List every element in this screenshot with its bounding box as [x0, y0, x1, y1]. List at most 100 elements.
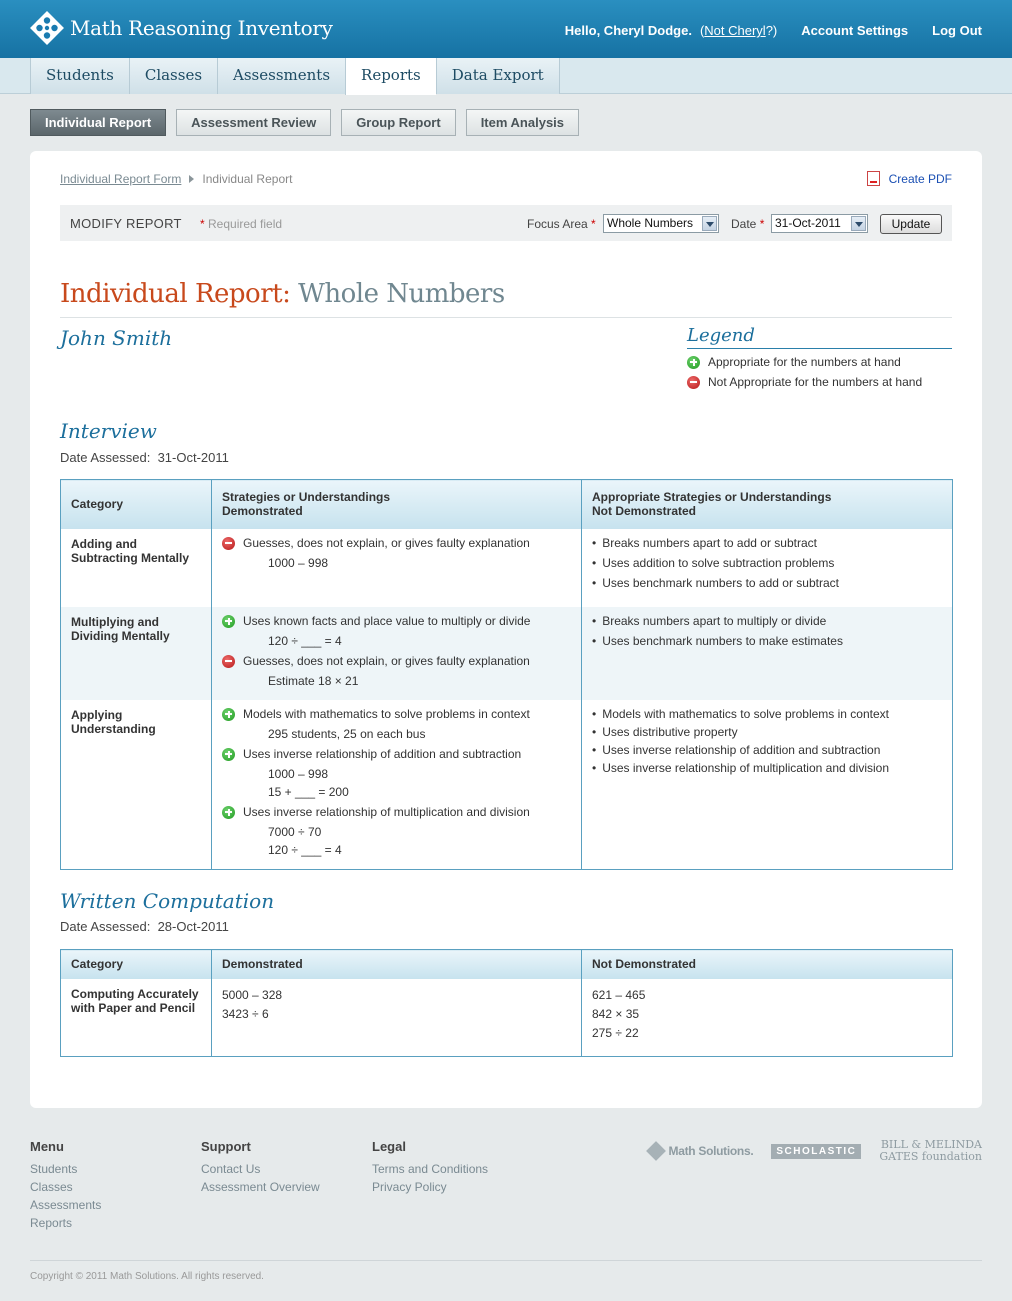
strategy-example: 1000 – 998 — [268, 555, 329, 570]
not-user-link[interactable]: Not Cheryl — [704, 23, 765, 38]
user-area: Hello, Cheryl Dodge. (Not Cheryl?) Accou… — [565, 23, 982, 38]
header-not-demonstrated: Not Demonstrated — [581, 949, 953, 979]
legend-not-appropriate-text: Not Appropriate for the numbers at hand — [708, 375, 923, 389]
tab-classes[interactable]: Classes — [128, 58, 218, 94]
minus-circle-icon — [222, 536, 235, 550]
category-line1: Applying — [71, 707, 123, 722]
category-line2: Subtracting Mentally — [71, 550, 190, 565]
footer-link-reports[interactable]: Reports — [30, 1214, 101, 1232]
footer-link-classes[interactable]: Classes — [30, 1178, 101, 1196]
strategy-text: Uses known facts and place value to mult… — [243, 613, 531, 628]
focus-area-value: Whole Numbers — [607, 216, 694, 230]
date-required-star: * — [759, 217, 765, 231]
footer-link-assessments[interactable]: Assessments — [30, 1196, 101, 1214]
footer-link-assessment-overview[interactable]: Assessment Overview — [201, 1178, 320, 1196]
tab-data-export[interactable]: Data Export — [435, 58, 560, 94]
footer-support: Support Contact Us Assessment Overview — [201, 1139, 320, 1196]
required-star: * — [200, 217, 205, 231]
create-pdf-label: Create PDF — [888, 171, 952, 186]
math-solutions-text: Math Solutions. — [668, 1144, 754, 1158]
strategy-example: 120 ÷ ___ = 4 — [268, 842, 342, 857]
footer-link-contact-us[interactable]: Contact Us — [201, 1160, 320, 1178]
app-title: Math Reasoning Inventory — [70, 16, 333, 40]
legend-not-appropriate: Not Appropriate for the numbers at hand — [687, 375, 952, 389]
math-solutions-diamond-icon — [645, 1141, 666, 1161]
footer-link-privacy[interactable]: Privacy Policy — [372, 1178, 488, 1196]
date-label-text: Date — [731, 217, 757, 231]
logo-icon — [30, 11, 64, 45]
create-pdf-link[interactable]: Create PDF — [866, 171, 952, 186]
footer-divider — [30, 1260, 982, 1261]
scholastic-logo[interactable]: SCHOLASTIC — [771, 1143, 862, 1159]
chevron-down-icon — [702, 216, 717, 231]
plus-circle-icon — [222, 747, 235, 761]
gates-foundation-logo[interactable]: BILL & MELINDA GATES foundation — [879, 1139, 982, 1163]
footer-legal-title: Legal — [372, 1139, 406, 1154]
assessment-review-button[interactable]: Assessment Review — [176, 109, 332, 136]
individual-report-button[interactable]: Individual Report — [30, 109, 167, 136]
plus-circle-icon — [222, 707, 235, 721]
legend-appropriate: Appropriate for the numbers at hand — [687, 355, 952, 369]
main-nav: Students Classes Assessments Reports Dat… — [0, 58, 1012, 95]
list-item: 621 – 465 — [592, 987, 646, 1002]
not-demonstrated-cell: Breaks numbers apart to add or subtract … — [581, 528, 953, 607]
list-item: 842 × 35 — [592, 1006, 640, 1021]
list-item: Breaks numbers apart to multiply or divi… — [592, 614, 942, 628]
list-item: 275 ÷ 22 — [592, 1025, 639, 1040]
focus-required-star: * — [591, 217, 596, 231]
update-button[interactable]: Update — [880, 214, 942, 234]
item-analysis-button[interactable]: Item Analysis — [465, 109, 580, 136]
table-row: Multiplying and Dividing Mentally Uses kn… — [60, 606, 953, 700]
footer-support-title: Support — [201, 1139, 251, 1154]
legend-title: Legend — [687, 325, 952, 349]
copyright: Copyright © 2011 Math Solutions. All rig… — [30, 1271, 264, 1282]
page-title-prefix: Individual Report: — [60, 279, 291, 309]
strategy-example: 295 students, 25 on each bus — [268, 726, 426, 741]
not-user: (Not Cheryl?) — [700, 23, 777, 38]
category-cell: Multiplying and Dividing Mentally — [60, 606, 212, 700]
group-report-button[interactable]: Group Report — [341, 109, 456, 136]
header-category: Category — [60, 479, 212, 529]
category-line2: Understanding — [71, 721, 156, 736]
demonstrated-cell: Uses known facts and place value to mult… — [211, 606, 582, 700]
strategy-item: Uses inverse relationship of addition an… — [222, 747, 571, 761]
account-settings-link[interactable]: Account Settings — [801, 23, 908, 38]
focus-area-select[interactable]: Whole Numbers — [603, 214, 719, 233]
focus-area-label-text: Focus Area — [527, 217, 588, 231]
demonstrated-cell: Guesses, does not explain, or gives faul… — [211, 528, 582, 607]
table-row: Applying Understanding Models with mathem… — [60, 699, 953, 869]
date-select[interactable]: 31-Oct-2011 — [771, 214, 868, 233]
interview-date-label: Date Assessed: — [60, 450, 151, 465]
header-demonstrated: Strategies or Understandings Demonstrated — [211, 479, 582, 529]
list-item: 3423 ÷ 6 — [222, 1006, 269, 1021]
legend-appropriate-text: Appropriate for the numbers at hand — [708, 355, 901, 369]
tab-students[interactable]: Students — [30, 58, 129, 94]
footer-link-students[interactable]: Students — [30, 1160, 101, 1178]
category-line1: Multiplying and — [71, 614, 159, 629]
list-item: Models with mathematics to solve problem… — [592, 707, 942, 721]
list-item: Uses inverse relationship of multiplicat… — [592, 761, 942, 775]
category-cell: Applying Understanding — [60, 699, 212, 869]
footer-link-terms[interactable]: Terms and Conditions — [372, 1160, 488, 1178]
list-item: Uses benchmark numbers to add or subtrac… — [592, 576, 942, 590]
header-not-demonstrated-line2: Not Demonstrated — [592, 504, 697, 519]
logout-link[interactable]: Log Out — [932, 23, 982, 38]
header-category: Category — [60, 949, 212, 979]
user-greeting: Hello, Cheryl Dodge. — [564, 23, 692, 38]
demonstrated-cell: Models with mathematics to solve problem… — [211, 699, 582, 869]
chevron-down-icon — [851, 216, 866, 231]
gates-line2: GATES foundation — [879, 1150, 982, 1163]
breadcrumb-report-form-link[interactable]: Individual Report Form — [60, 172, 181, 186]
header-not-demonstrated: Appropriate Strategies or Understandings… — [581, 479, 953, 529]
interview-table: Category Strategies or Understandings Dem… — [60, 479, 953, 870]
category-line1: Computing Accurately — [71, 986, 199, 1001]
app-logo[interactable]: Math Reasoning Inventory — [30, 11, 333, 45]
sub-nav: Individual Report Assessment Review Grou… — [30, 109, 589, 136]
not-demonstrated-cell: Models with mathematics to solve problem… — [581, 699, 953, 869]
tab-assessments[interactable]: Assessments — [217, 58, 346, 94]
header-demonstrated-line1: Strategies or Understandings — [222, 490, 391, 505]
strategy-text: Uses inverse relationship of addition an… — [243, 746, 522, 761]
written-date: 28-Oct-2011 — [157, 919, 229, 934]
math-solutions-logo[interactable]: Math Solutions. — [645, 1141, 754, 1161]
tab-reports[interactable]: Reports — [345, 58, 436, 95]
